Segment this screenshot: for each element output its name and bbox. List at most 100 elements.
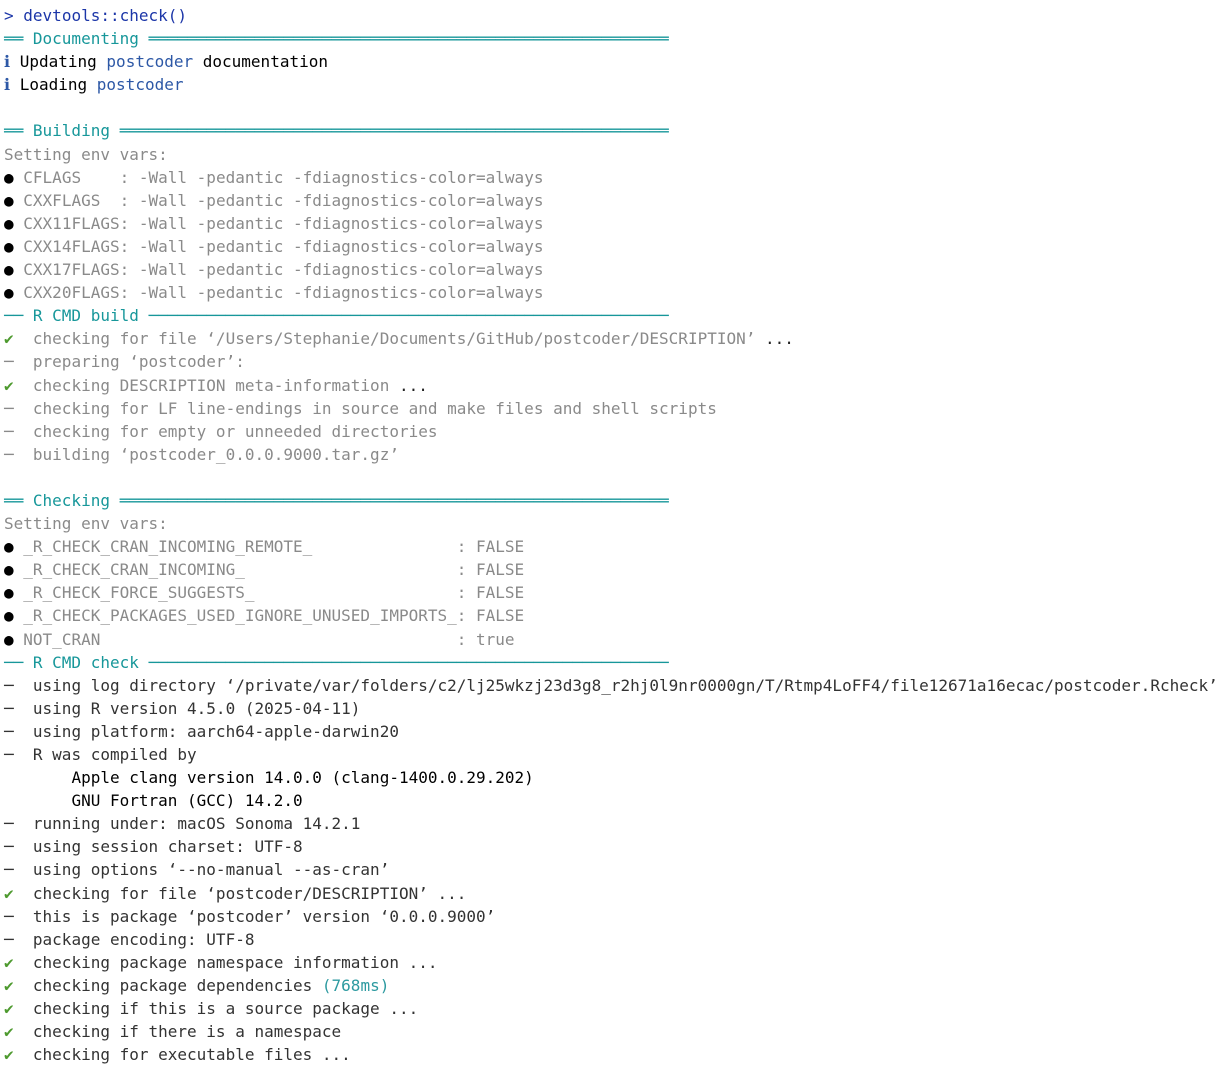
documenting-header: ══ Documenting ═════════════════════════…: [4, 29, 669, 49]
checkmark-icon: ✔: [4, 883, 14, 903]
check-line: ─ using log directory ‘/private/var/fold…: [4, 674, 1224, 697]
checkmark-icon: ✔: [4, 952, 14, 972]
env-var-text: CXXFLAGS : -Wall -pedantic -fdiagnostics…: [23, 190, 544, 210]
env-var-line: ● CXX14FLAGS: -Wall -pedantic -fdiagnost…: [4, 235, 1224, 258]
dash-icon: ─: [4, 929, 14, 949]
building-header: ══ Building ════════════════════════════…: [4, 121, 669, 141]
ellipsis: ...: [427, 883, 467, 903]
check-line-text: checking for file ‘postcoder/DESCRIPTION…: [32, 883, 428, 903]
check-line: ─ running under: macOS Sonoma 14.2.1: [4, 812, 1224, 835]
checkmark-icon: ✔: [4, 329, 14, 349]
env-var-text: NOT_CRAN : true: [23, 629, 515, 649]
bullet-icon: ●: [4, 236, 14, 256]
bullet-icon: ●: [4, 260, 14, 280]
env-var-line: ● CXX17FLAGS: -Wall -pedantic -fdiagnost…: [4, 258, 1224, 281]
build-step: ─ preparing ‘postcoder’:: [4, 350, 1224, 373]
env-var-text: _R_CHECK_CRAN_INCOMING_REMOTE_ : FALSE: [23, 537, 525, 557]
dash-icon: ─: [4, 698, 14, 718]
dash-icon: ─: [4, 444, 14, 464]
check-line: ─ using session charset: UTF-8: [4, 835, 1224, 858]
env-var-text: _R_CHECK_CRAN_INCOMING_ : FALSE: [23, 560, 525, 580]
build-step-text: checking for LF line-endings in source a…: [32, 398, 717, 418]
ellipsis: ...: [398, 952, 438, 972]
env-var-text: CXX11FLAGS: -Wall -pedantic -fdiagnostic…: [23, 213, 544, 233]
check-line-text: package encoding: UTF-8: [32, 929, 255, 949]
compiler-text: Apple clang version 14.0.0 (clang-1400.0…: [71, 768, 534, 788]
bullet-icon: ●: [4, 560, 14, 580]
check-line-text: checking for executable files: [32, 1045, 313, 1065]
compiler-line: Apple clang version 14.0.0 (clang-1400.0…: [4, 766, 1224, 789]
prompt-symbol: >: [4, 6, 14, 25]
env-var-line: ● NOT_CRAN : true: [4, 628, 1224, 651]
dash-icon: ─: [4, 745, 14, 764]
bullet-icon: ●: [4, 537, 14, 557]
checkmark-icon: ✔: [4, 975, 14, 995]
updating-line: ℹ Updating postcoder documentation: [4, 50, 1224, 73]
env-var-line: ● _R_CHECK_FORCE_SUGGESTS_ : FALSE: [4, 581, 1224, 604]
prompt-line: > devtools::check(): [4, 4, 1224, 27]
env-var-text: CXX17FLAGS: -Wall -pedantic -fdiagnostic…: [23, 260, 544, 280]
check-line-text: checking if there is a namespace: [32, 1022, 342, 1042]
check-line: ✔ checking for executable files ...: [4, 1043, 1224, 1066]
env-var-line: ● CFLAGS : -Wall -pedantic -fdiagnostics…: [4, 166, 1224, 189]
timing-text: (768ms): [321, 975, 390, 995]
build-step: ─ checking for empty or unneeded directo…: [4, 420, 1224, 443]
bullet-icon: ●: [4, 283, 14, 303]
check-line: ─ using platform: aarch64-apple-darwin20: [4, 720, 1224, 743]
check-line-text: using log directory ‘/private/var/folder…: [32, 675, 1218, 695]
dash-icon: ─: [4, 398, 14, 418]
compiler-text: GNU Fortran (GCC) 14.2.0: [71, 791, 303, 811]
env-vars-label: Setting env vars:: [4, 144, 168, 164]
build-step-text: checking for file ‘/Users/Stephanie/Docu…: [32, 329, 756, 349]
check-line: ─ R was compiled by: [4, 743, 1224, 766]
check-line: ─ this is package ‘postcoder’ version ‘0…: [4, 905, 1224, 928]
checkmark-icon: ✔: [4, 1022, 14, 1042]
build-step: ─ building ‘postcoder_0.0.0.9000.tar.gz’: [4, 443, 1224, 466]
ellipsis: ...: [389, 375, 428, 395]
dash-icon: ─: [4, 421, 14, 441]
checkmark-icon: ✔: [4, 1045, 14, 1065]
checkmark-icon: ✔: [4, 375, 14, 395]
check-line: ✔ checking package namespace information…: [4, 951, 1224, 974]
bullet-icon: ●: [4, 606, 14, 626]
check-line: ─ package encoding: UTF-8: [4, 928, 1224, 951]
check-line-text: using session charset: UTF-8: [32, 837, 303, 857]
build-step: ✔ checking DESCRIPTION meta-information …: [4, 374, 1224, 397]
bullet-icon: ●: [4, 167, 14, 187]
dash-icon: ─: [4, 352, 14, 372]
check-line-text: using options ‘--no-manual --as-cran’: [32, 860, 390, 880]
checking-header: ══ Checking ════════════════════════════…: [4, 490, 669, 510]
rcmd-build-header: ── R CMD build ─────────────────────────…: [4, 306, 669, 326]
ellipsis: ...: [379, 999, 419, 1019]
package-name: postcoder: [96, 75, 184, 95]
build-step-text: checking for empty or unneeded directori…: [32, 421, 438, 441]
env-var-line: ● CXX20FLAGS: -Wall -pedantic -fdiagnost…: [4, 281, 1224, 304]
check-line-text: running under: macOS Sonoma 14.2.1: [32, 814, 361, 834]
ellipsis: ...: [312, 1045, 351, 1065]
dash-icon: ─: [4, 675, 14, 695]
check-line: ─ using R version 4.5.0 (2025-04-11): [4, 697, 1224, 720]
check-line-text: checking package dependencies: [32, 975, 313, 995]
check-line-text: checking if this is a source package: [32, 999, 380, 1019]
loading-line: ℹ Loading postcoder: [4, 73, 1224, 96]
env-var-line: ● _R_CHECK_CRAN_INCOMING_ : FALSE: [4, 558, 1224, 581]
bullet-icon: ●: [4, 190, 14, 210]
env-var-line: ● CXXFLAGS : -Wall -pedantic -fdiagnosti…: [4, 189, 1224, 212]
check-line-text: R was compiled by: [32, 745, 197, 764]
env-var-line: ● CXX11FLAGS: -Wall -pedantic -fdiagnost…: [4, 212, 1224, 235]
check-line: ✔ checking package dependencies (768ms): [4, 974, 1224, 997]
check-line: ─ using options ‘--no-manual --as-cran’: [4, 858, 1224, 881]
bullet-icon: ●: [4, 629, 14, 649]
prompt-command: devtools::check(): [23, 6, 188, 25]
bullet-icon: ●: [4, 583, 14, 603]
check-line-text: checking package namespace information: [32, 952, 399, 972]
build-step: ✔ checking for file ‘/Users/Stephanie/Do…: [4, 327, 1224, 350]
ellipsis: ...: [755, 329, 794, 349]
dash-icon: ─: [4, 721, 14, 741]
package-name: postcoder: [106, 52, 194, 72]
updating-text: Updating: [19, 52, 107, 72]
env-var-text: CXX20FLAGS: -Wall -pedantic -fdiagnostic…: [23, 283, 544, 303]
env-var-text: CFLAGS : -Wall -pedantic -fdiagnostics-c…: [23, 167, 544, 187]
r-console[interactable]: > devtools::check() ══ Documenting ═════…: [4, 4, 1224, 1066]
